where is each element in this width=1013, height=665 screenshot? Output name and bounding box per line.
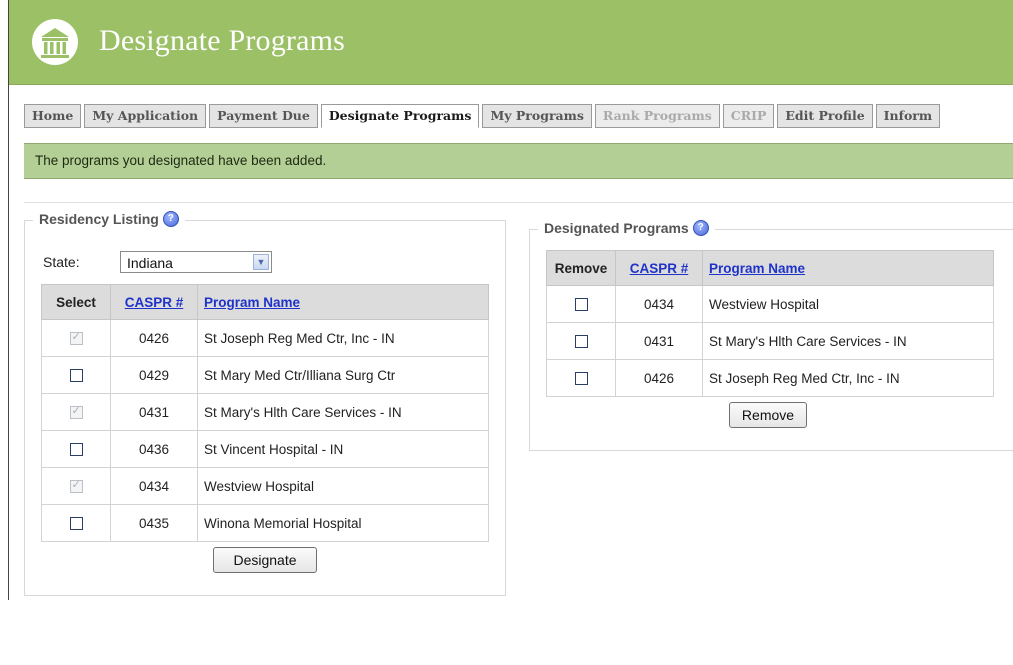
select-cell [41, 430, 111, 468]
remove-checkbox[interactable] [574, 335, 588, 349]
program-name-cell: St Mary's Hlth Care Services - IN [702, 322, 994, 360]
residency-listing-title: Residency Listing [39, 211, 159, 227]
select-cell [41, 356, 111, 394]
caspr-cell: 0429 [110, 356, 198, 394]
remove-checkbox[interactable] [574, 298, 588, 312]
table-row: 0426 St Joseph Reg Med Ctr, Inc - IN [41, 319, 489, 357]
table-row: 0426 St Joseph Reg Med Ctr, Inc - IN [546, 359, 994, 397]
remove-checkbox[interactable] [574, 372, 588, 386]
table-header-row: Select CASPR # Program Name [41, 284, 489, 320]
program-name-cell: St Vincent Hospital - IN [197, 430, 489, 468]
table-row: 0429 St Mary Med Ctr/Illiana Surg Ctr [41, 356, 489, 394]
designate-button[interactable]: Designate [213, 547, 317, 573]
tab-rank-programs: Rank Programs [594, 104, 720, 128]
select-checkbox[interactable] [69, 517, 83, 531]
page-left-border [8, 0, 9, 600]
residency-listing-legend: Residency Listing ? [33, 211, 185, 227]
column-header-program-name[interactable]: Program Name [197, 284, 489, 320]
tab-my-application[interactable]: My Application [84, 104, 207, 128]
column-header-remove: Remove [546, 250, 616, 286]
main-tabs: Home My Application Payment Due Designat… [24, 104, 1013, 128]
table-header-row: Remove CASPR # Program Name [546, 250, 994, 286]
program-name-cell: Westview Hospital [197, 467, 489, 505]
column-header-program-name[interactable]: Program Name [702, 250, 994, 286]
caspr-cell: 0436 [110, 430, 198, 468]
select-checkbox[interactable] [69, 443, 83, 457]
table-row: 0431 St Mary's Hlth Care Services - IN [546, 322, 994, 360]
status-message-bar: The programs you designated have been ad… [24, 143, 1013, 179]
caspr-cell: 0434 [110, 467, 198, 505]
column-header-caspr[interactable]: CASPR # [615, 250, 703, 286]
residency-listing-panel: Residency Listing ? State: Indiana ▼ Sel… [24, 211, 506, 596]
designated-programs-title: Designated Programs [544, 220, 689, 236]
caspr-cell: 0431 [110, 393, 198, 431]
program-name-cell: St Mary Med Ctr/Illiana Surg Ctr [197, 356, 489, 394]
tab-designate-programs[interactable]: Designate Programs [320, 104, 480, 128]
tab-crip: CRIP [722, 104, 775, 128]
table-row: 0431 St Mary's Hlth Care Services - IN [41, 393, 489, 431]
select-cell [41, 319, 111, 357]
tab-payment-due[interactable]: Payment Due [209, 104, 318, 128]
column-header-caspr[interactable]: CASPR # [110, 284, 198, 320]
app-title: Designate Programs [99, 24, 346, 57]
caspr-cell: 0426 [615, 359, 703, 397]
state-select[interactable]: Indiana ▼ [120, 251, 272, 273]
select-checkbox [69, 330, 83, 346]
program-name-cell: St Joseph Reg Med Ctr, Inc - IN [702, 359, 994, 397]
select-checkbox [69, 404, 83, 420]
select-cell [41, 467, 111, 505]
tab-inform[interactable]: Inform [875, 104, 941, 128]
tab-home[interactable]: Home [24, 104, 82, 128]
designated-programs-legend: Designated Programs ? [538, 220, 715, 236]
tab-edit-profile[interactable]: Edit Profile [777, 104, 873, 128]
table-row: 0434 Westview Hospital [546, 285, 994, 323]
building-columns-icon [31, 18, 79, 66]
designated-programs-panel: Designated Programs ? Remove CASPR # Pro… [529, 220, 1013, 451]
state-select-value: Indiana [127, 255, 173, 271]
state-filter: State: Indiana ▼ [43, 251, 272, 273]
help-icon[interactable]: ? [692, 220, 709, 236]
section-divider [24, 202, 1013, 203]
caspr-cell: 0435 [110, 504, 198, 542]
program-name-cell: St Mary's Hlth Care Services - IN [197, 393, 489, 431]
program-name-cell: Westview Hospital [702, 285, 994, 323]
tab-my-programs[interactable]: My Programs [482, 104, 592, 128]
status-message-text: The programs you designated have been ad… [35, 153, 327, 168]
state-label: State: [43, 254, 80, 270]
select-checkbox[interactable] [69, 369, 83, 383]
remove-button[interactable]: Remove [729, 402, 807, 428]
caspr-cell: 0434 [615, 285, 703, 323]
select-cell [41, 504, 111, 542]
remove-cell [546, 322, 616, 360]
residency-table: Select CASPR # Program Name 0426 St Jose… [41, 284, 489, 542]
remove-cell [546, 359, 616, 397]
program-name-cell: Winona Memorial Hospital [197, 504, 489, 542]
help-icon[interactable]: ? [162, 211, 179, 227]
program-name-cell: St Joseph Reg Med Ctr, Inc - IN [197, 319, 489, 357]
app-header: Designate Programs [9, 0, 1013, 85]
chevron-down-icon[interactable]: ▼ [253, 254, 269, 270]
table-row: 0434 Westview Hospital [41, 467, 489, 505]
remove-cell [546, 285, 616, 323]
column-header-select: Select [41, 284, 111, 320]
table-row: 0435 Winona Memorial Hospital [41, 504, 489, 542]
select-cell [41, 393, 111, 431]
table-row: 0436 St Vincent Hospital - IN [41, 430, 489, 468]
select-checkbox [69, 478, 83, 494]
designated-programs-table: Remove CASPR # Program Name 0434 Westvie… [546, 250, 994, 397]
caspr-cell: 0426 [110, 319, 198, 357]
caspr-cell: 0431 [615, 322, 703, 360]
